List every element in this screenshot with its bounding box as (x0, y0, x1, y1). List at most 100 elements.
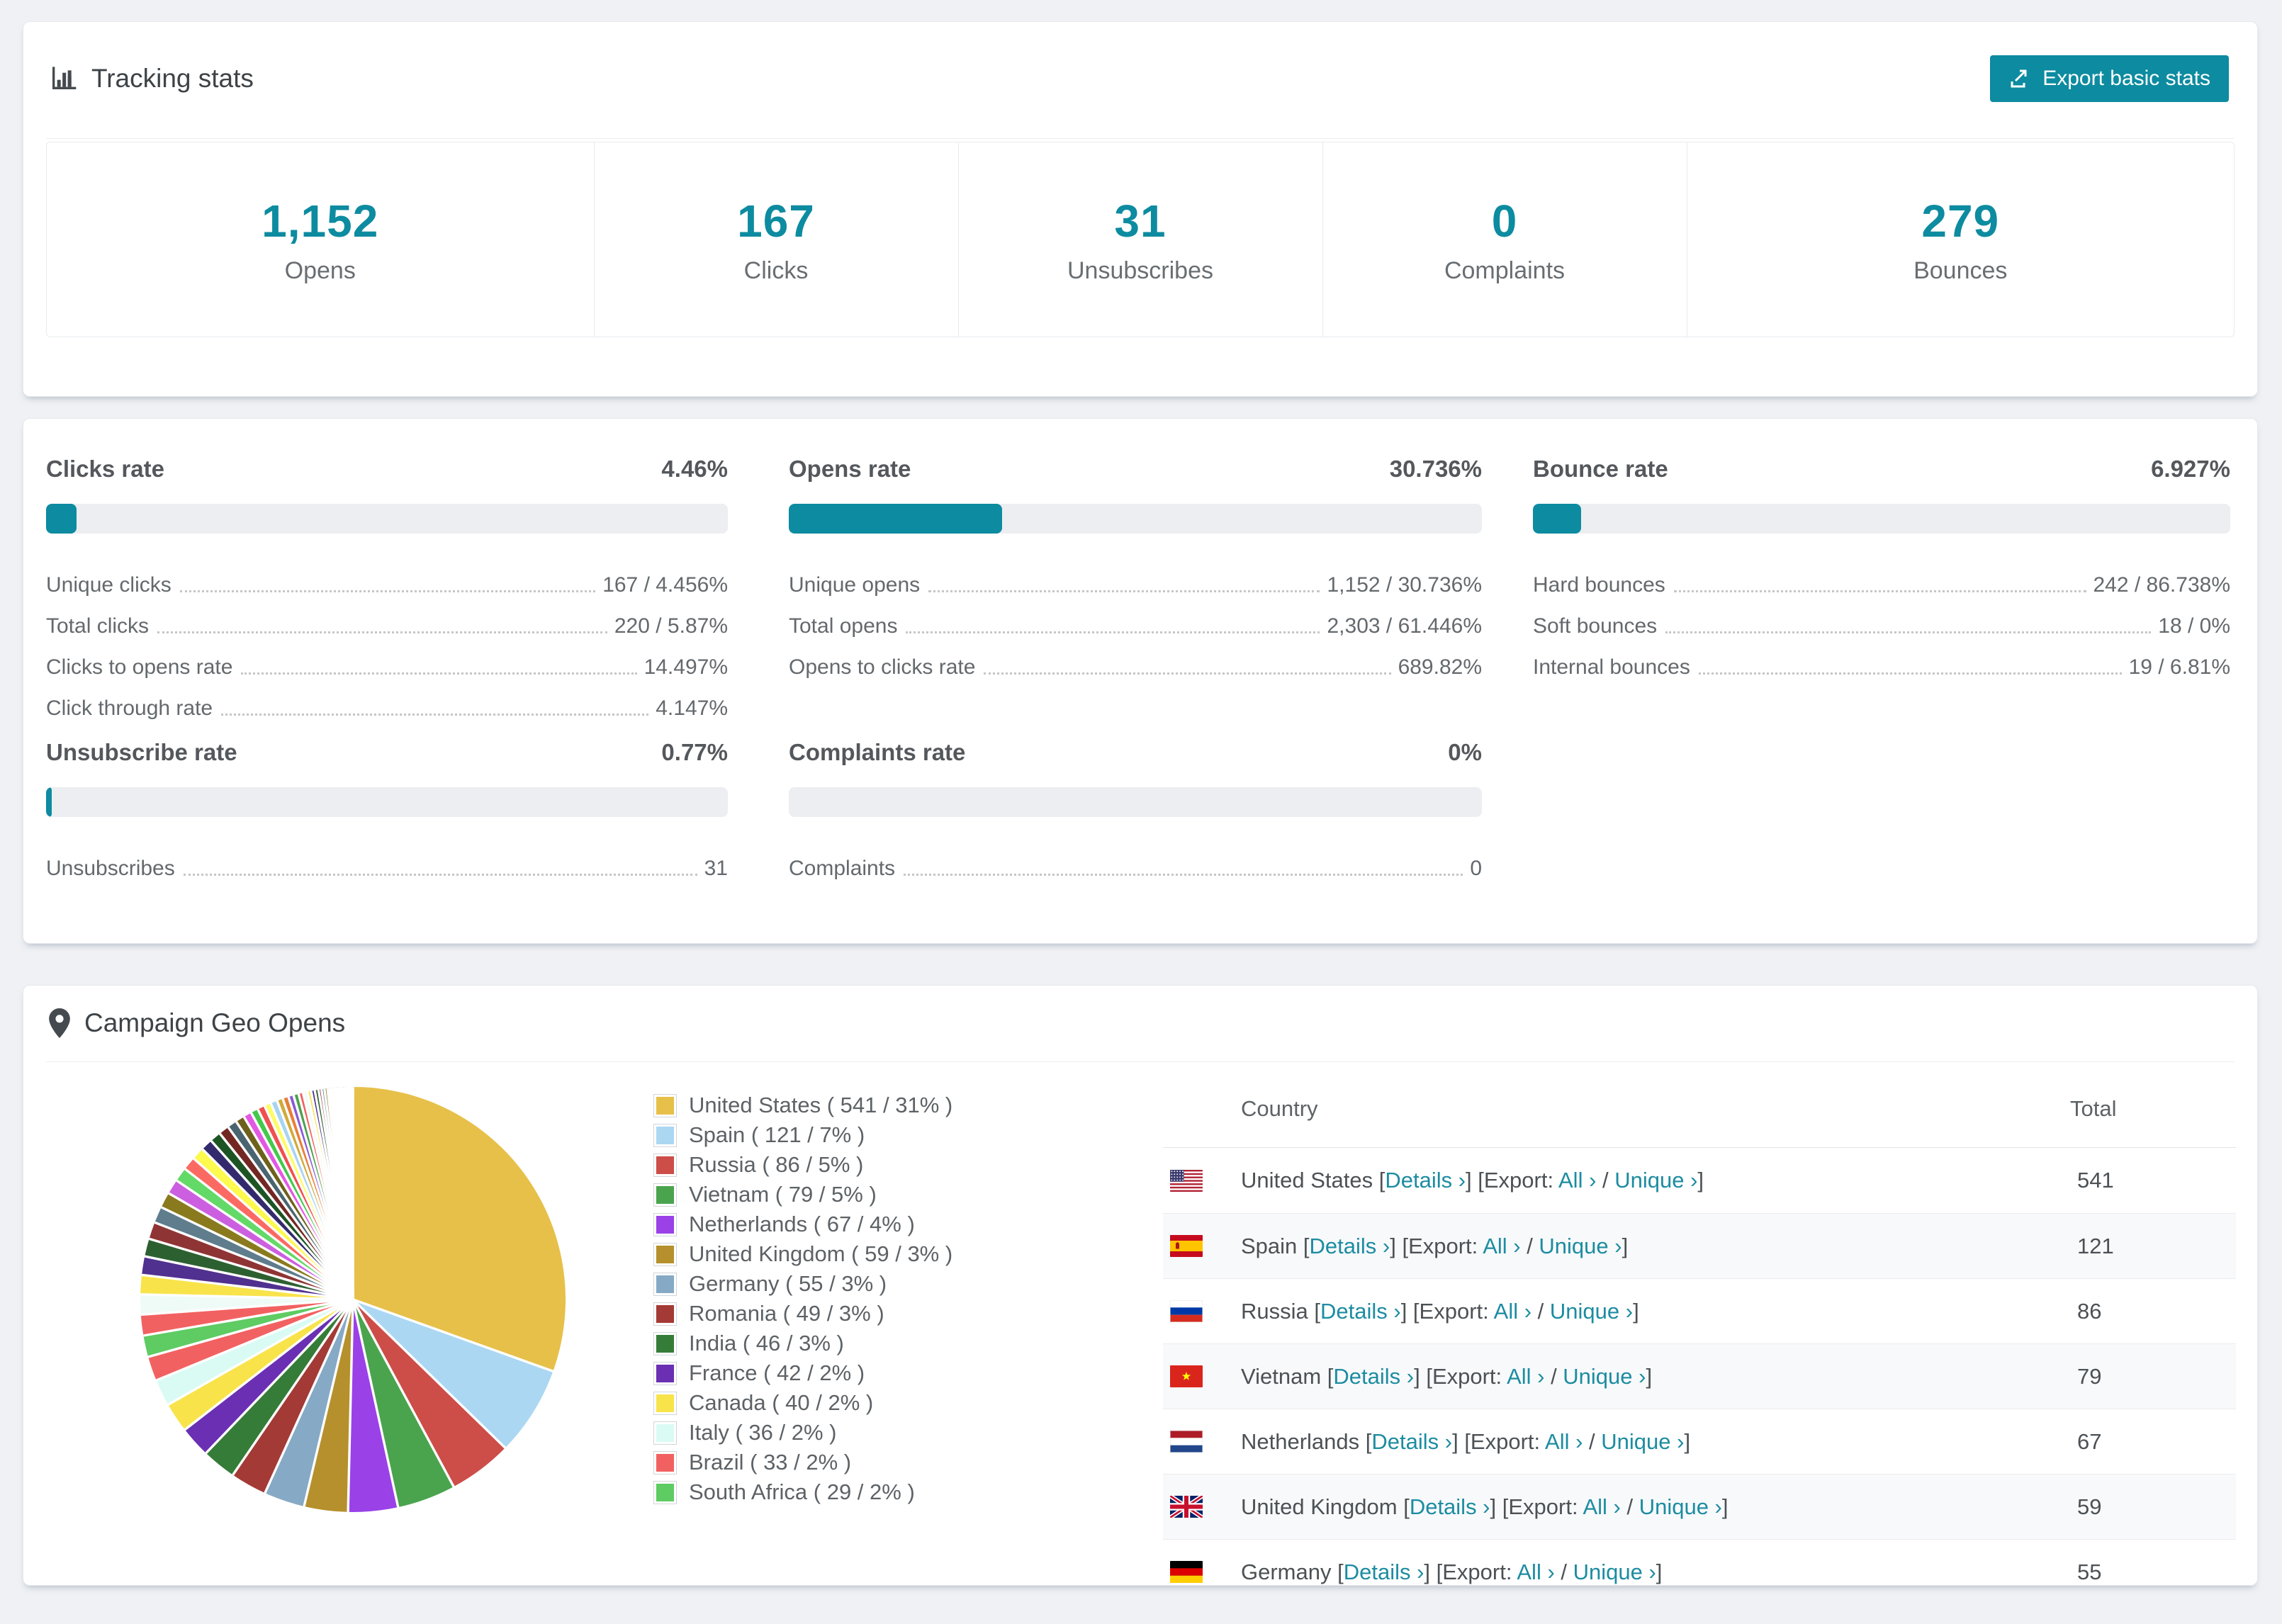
legend-swatch (653, 1123, 677, 1147)
stat-complaints: 0 Complaints (1322, 142, 1687, 337)
geo-export-unique-link[interactable]: Unique › (1563, 1364, 1646, 1389)
dotted-leader (984, 672, 1391, 675)
legend-item: Germany ( 55 / 3% ) (653, 1269, 952, 1299)
geo-country-name: Netherlands (1241, 1428, 1360, 1454)
opens-rate-percent: 30.736% (1389, 456, 1482, 482)
legend-swatch (653, 1480, 677, 1504)
stat-opens: 1,152 Opens (47, 142, 594, 337)
legend-item: Netherlands ( 67 / 4% ) (653, 1209, 952, 1239)
complaints-rate-row: Complaints 0 (789, 840, 1482, 881)
tracking-stats-header: Tracking stats Export basic stats (49, 22, 2229, 135)
stat-clicks: 167 Clicks (593, 142, 958, 337)
legend-swatch (653, 1331, 677, 1355)
bounce-rate-bar-fill (1533, 504, 1582, 534)
geo-export-unique-link[interactable]: Unique › (1573, 1560, 1656, 1584)
geo-export-all-link[interactable]: All › (1558, 1168, 1596, 1192)
legend-swatch (653, 1361, 677, 1385)
dotted-leader (906, 631, 1320, 633)
geo-details-link[interactable]: Details › (1320, 1299, 1401, 1324)
opens-rate-bar (789, 504, 1482, 534)
stat-complaints-value: 0 (1491, 195, 1518, 247)
geo-legend: United States ( 541 / 31% ) Spain ( 121 /… (653, 1090, 952, 1507)
opens-rate-row: Opens to clicks rate 689.82% (789, 638, 1482, 680)
geo-details-link[interactable]: Details › (1344, 1560, 1424, 1584)
clicks-rate-row-label: Clicks to opens rate (46, 655, 233, 679)
geo-export-unique-link[interactable]: Unique › (1539, 1234, 1621, 1258)
stat-unsubscribes-value: 31 (1114, 195, 1167, 247)
geo-details-link[interactable]: Details › (1410, 1494, 1490, 1519)
export-basic-stats-button[interactable]: Export basic stats (1990, 55, 2229, 102)
geo-country-cell: Germany [Details ›] [Export: All › / Uni… (1241, 1559, 1663, 1584)
tracking-stats-title: Tracking stats (49, 64, 254, 94)
geo-export-all-link[interactable]: All › (1517, 1560, 1554, 1584)
geo-export-all-link[interactable]: All › (1494, 1299, 1531, 1324)
geo-country-name: Spain (1241, 1233, 1298, 1258)
stat-clicks-value: 167 (737, 195, 815, 247)
geo-table-header-total: Total (2070, 1096, 2117, 1121)
dotted-leader (183, 874, 697, 876)
geo-details-link[interactable]: Details › (1385, 1168, 1466, 1192)
legend-swatch (653, 1242, 677, 1266)
legend-item: Brazil ( 33 / 2% ) (653, 1448, 952, 1477)
bar-chart-icon (49, 64, 77, 93)
legend-label: Canada ( 40 / 2% ) (689, 1390, 874, 1415)
stat-clicks-label: Clicks (743, 256, 809, 284)
geo-details-link[interactable]: Details › (1333, 1364, 1414, 1389)
legend-label: South Africa ( 29 / 2% ) (689, 1479, 915, 1504)
legend-swatch (653, 1302, 677, 1326)
opens-rate-row-value: 1,152 / 30.736% (1327, 573, 1482, 597)
opens-rate-row-value: 689.82% (1398, 655, 1482, 679)
geo-export-unique-link[interactable]: Unique › (1601, 1429, 1684, 1454)
stat-complaints-label: Complaints (1444, 256, 1566, 284)
geo-total-cell: 55 (2077, 1559, 2102, 1584)
clicks-rate-row-value: 167 / 4.456% (602, 573, 728, 597)
geo-total-cell: 79 (2077, 1363, 2102, 1389)
bounce-rate-row-value: 242 / 86.738% (2093, 573, 2231, 597)
geo-export-all-link[interactable]: All › (1583, 1494, 1620, 1519)
bounce-rate-percent: 6.927% (2151, 456, 2230, 482)
geo-export-all-link[interactable]: All › (1545, 1429, 1583, 1454)
complaints-rate-title: Complaints rate (789, 739, 966, 765)
legend-item: Spain ( 121 / 7% ) (653, 1120, 952, 1150)
legend-item: Italy ( 36 / 2% ) (653, 1418, 952, 1448)
geo-table-row: Vietnam [Details ›] [Export: All › / Uni… (1163, 1343, 2236, 1409)
geo-export-all-link[interactable]: All › (1483, 1234, 1520, 1258)
clicks-rate-row-label: Total clicks (46, 614, 150, 638)
clicks-rate-percent: 4.46% (661, 456, 728, 482)
opens-rate-row-label: Unique opens (789, 573, 921, 597)
geo-export-unique-link[interactable]: Unique › (1639, 1494, 1722, 1519)
dotted-leader (1665, 631, 2152, 633)
flag-icon-de (1170, 1561, 1203, 1583)
unsubscribe-rate-bar (46, 787, 728, 817)
geo-table-row: Netherlands [Details ›] [Export: All › /… (1163, 1409, 2236, 1474)
geo-table-row: United Kingdom [Details ›] [Export: All … (1163, 1474, 2236, 1539)
complaints-rate-row-value: 0 (1470, 857, 1482, 880)
rates-card: Clicks rate 4.46% Unique clicks 167 / 4.4… (23, 418, 2258, 944)
export-basic-stats-label: Export basic stats (2042, 67, 2210, 90)
stat-unsubscribes-label: Unsubscribes (1067, 256, 1213, 284)
geo-header: Campaign Geo Opens (49, 986, 2229, 1061)
geo-header-divider (46, 1061, 2235, 1062)
unsubscribe-rate-row: Unsubscribes 31 (46, 840, 728, 881)
legend-item: Russia ( 86 / 5% ) (653, 1150, 952, 1180)
geo-country-cell: Russia [Details ›] [Export: All › / Uniq… (1241, 1298, 1639, 1324)
dotted-leader (179, 590, 596, 592)
geo-export-unique-link[interactable]: Unique › (1550, 1299, 1633, 1324)
legend-label: France ( 42 / 2% ) (689, 1360, 865, 1385)
flag-icon-nl (1170, 1431, 1203, 1453)
unsubscribe-rate-bar-fill (46, 787, 52, 817)
flag-icon-gb (1169, 1494, 1204, 1520)
geo-export-unique-link[interactable]: Unique › (1614, 1168, 1697, 1192)
bounce-rate-row-value: 19 / 6.81% (2128, 655, 2230, 679)
clicks-rate-row: Clicks to opens rate 14.497% (46, 638, 728, 680)
legend-item: Vietnam ( 79 / 5% ) (653, 1180, 952, 1209)
bounce-rate-row: Internal bounces 19 / 6.81% (1533, 638, 2230, 680)
legend-label: Romania ( 49 / 3% ) (689, 1301, 884, 1326)
flag-icon-vn (1170, 1365, 1203, 1387)
geo-export-all-link[interactable]: All › (1507, 1364, 1544, 1389)
stat-bounces: 279 Bounces (1686, 142, 2235, 337)
geo-details-link[interactable]: Details › (1310, 1234, 1390, 1258)
legend-swatch (653, 1272, 677, 1296)
geo-details-link[interactable]: Details › (1371, 1429, 1452, 1454)
opens-rate-row: Unique opens 1,152 / 30.736% (789, 556, 1482, 597)
